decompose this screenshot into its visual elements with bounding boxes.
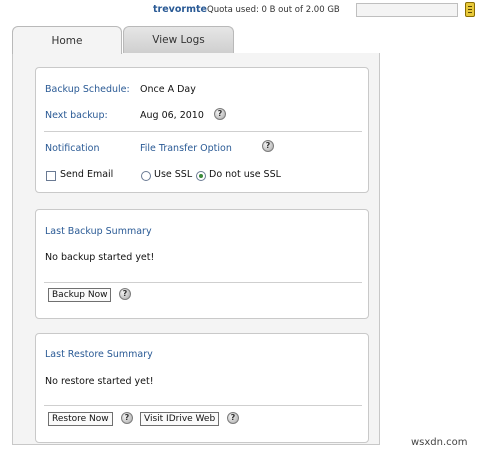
backup-schedule-value: Once A Day bbox=[140, 84, 196, 95]
quota-text: Quota used: 0 B out of 2.00 GB bbox=[207, 5, 340, 15]
tab-home[interactable]: Home bbox=[12, 26, 122, 54]
restore-now-button[interactable]: Restore Now bbox=[48, 412, 113, 426]
send-email-label: Send Email bbox=[60, 169, 114, 180]
divider bbox=[44, 282, 362, 283]
notification-label: Notification bbox=[45, 143, 100, 154]
use-ssl-radio[interactable] bbox=[141, 171, 151, 181]
send-email-checkbox[interactable] bbox=[46, 171, 56, 181]
no-ssl-label: Do not use SSL bbox=[209, 169, 281, 180]
home-tab-content: Backup Schedule: Once A Day Next backup:… bbox=[12, 53, 380, 445]
transfer-option-help-icon[interactable]: ? bbox=[262, 140, 274, 152]
tab-view-logs-label: View Logs bbox=[152, 34, 205, 46]
next-backup-label: Next backup: bbox=[45, 110, 108, 121]
tab-home-label: Home bbox=[51, 34, 83, 47]
last-backup-title: Last Backup Summary bbox=[45, 226, 152, 237]
backup-schedule-label: Backup Schedule: bbox=[45, 84, 130, 95]
next-backup-help-icon[interactable]: ? bbox=[214, 108, 226, 120]
last-restore-panel: Last Restore Summary No restore started … bbox=[35, 333, 369, 443]
divider bbox=[44, 405, 362, 406]
top-bar: trevormte Quota used: 0 B out of 2.00 GB bbox=[0, 0, 480, 22]
divider bbox=[44, 131, 362, 132]
last-backup-status: No backup started yet! bbox=[45, 252, 155, 263]
backup-now-help-icon[interactable]: ? bbox=[119, 288, 131, 300]
restore-now-help-icon[interactable]: ? bbox=[121, 412, 133, 424]
backup-now-button[interactable]: Backup Now bbox=[48, 288, 112, 302]
watermark: wsxdn.com bbox=[411, 437, 468, 448]
last-restore-title: Last Restore Summary bbox=[45, 349, 153, 360]
schedule-panel: Backup Schedule: Once A Day Next backup:… bbox=[35, 67, 369, 193]
last-backup-panel: Last Backup Summary No backup started ye… bbox=[35, 209, 369, 319]
file-transfer-option-label: File Transfer Option bbox=[140, 143, 232, 154]
username: trevormte bbox=[153, 4, 207, 15]
use-ssl-label: Use SSL bbox=[154, 169, 193, 180]
quota-progress-bar bbox=[356, 3, 458, 17]
database-icon[interactable] bbox=[465, 2, 475, 17]
visit-web-help-icon[interactable]: ? bbox=[227, 412, 239, 424]
next-backup-value: Aug 06, 2010 bbox=[140, 110, 204, 121]
last-restore-status: No restore started yet! bbox=[45, 376, 154, 387]
tab-view-logs[interactable]: View Logs bbox=[123, 26, 234, 53]
no-ssl-radio[interactable] bbox=[196, 171, 206, 181]
visit-idrive-web-button[interactable]: Visit IDrive Web bbox=[140, 412, 220, 426]
